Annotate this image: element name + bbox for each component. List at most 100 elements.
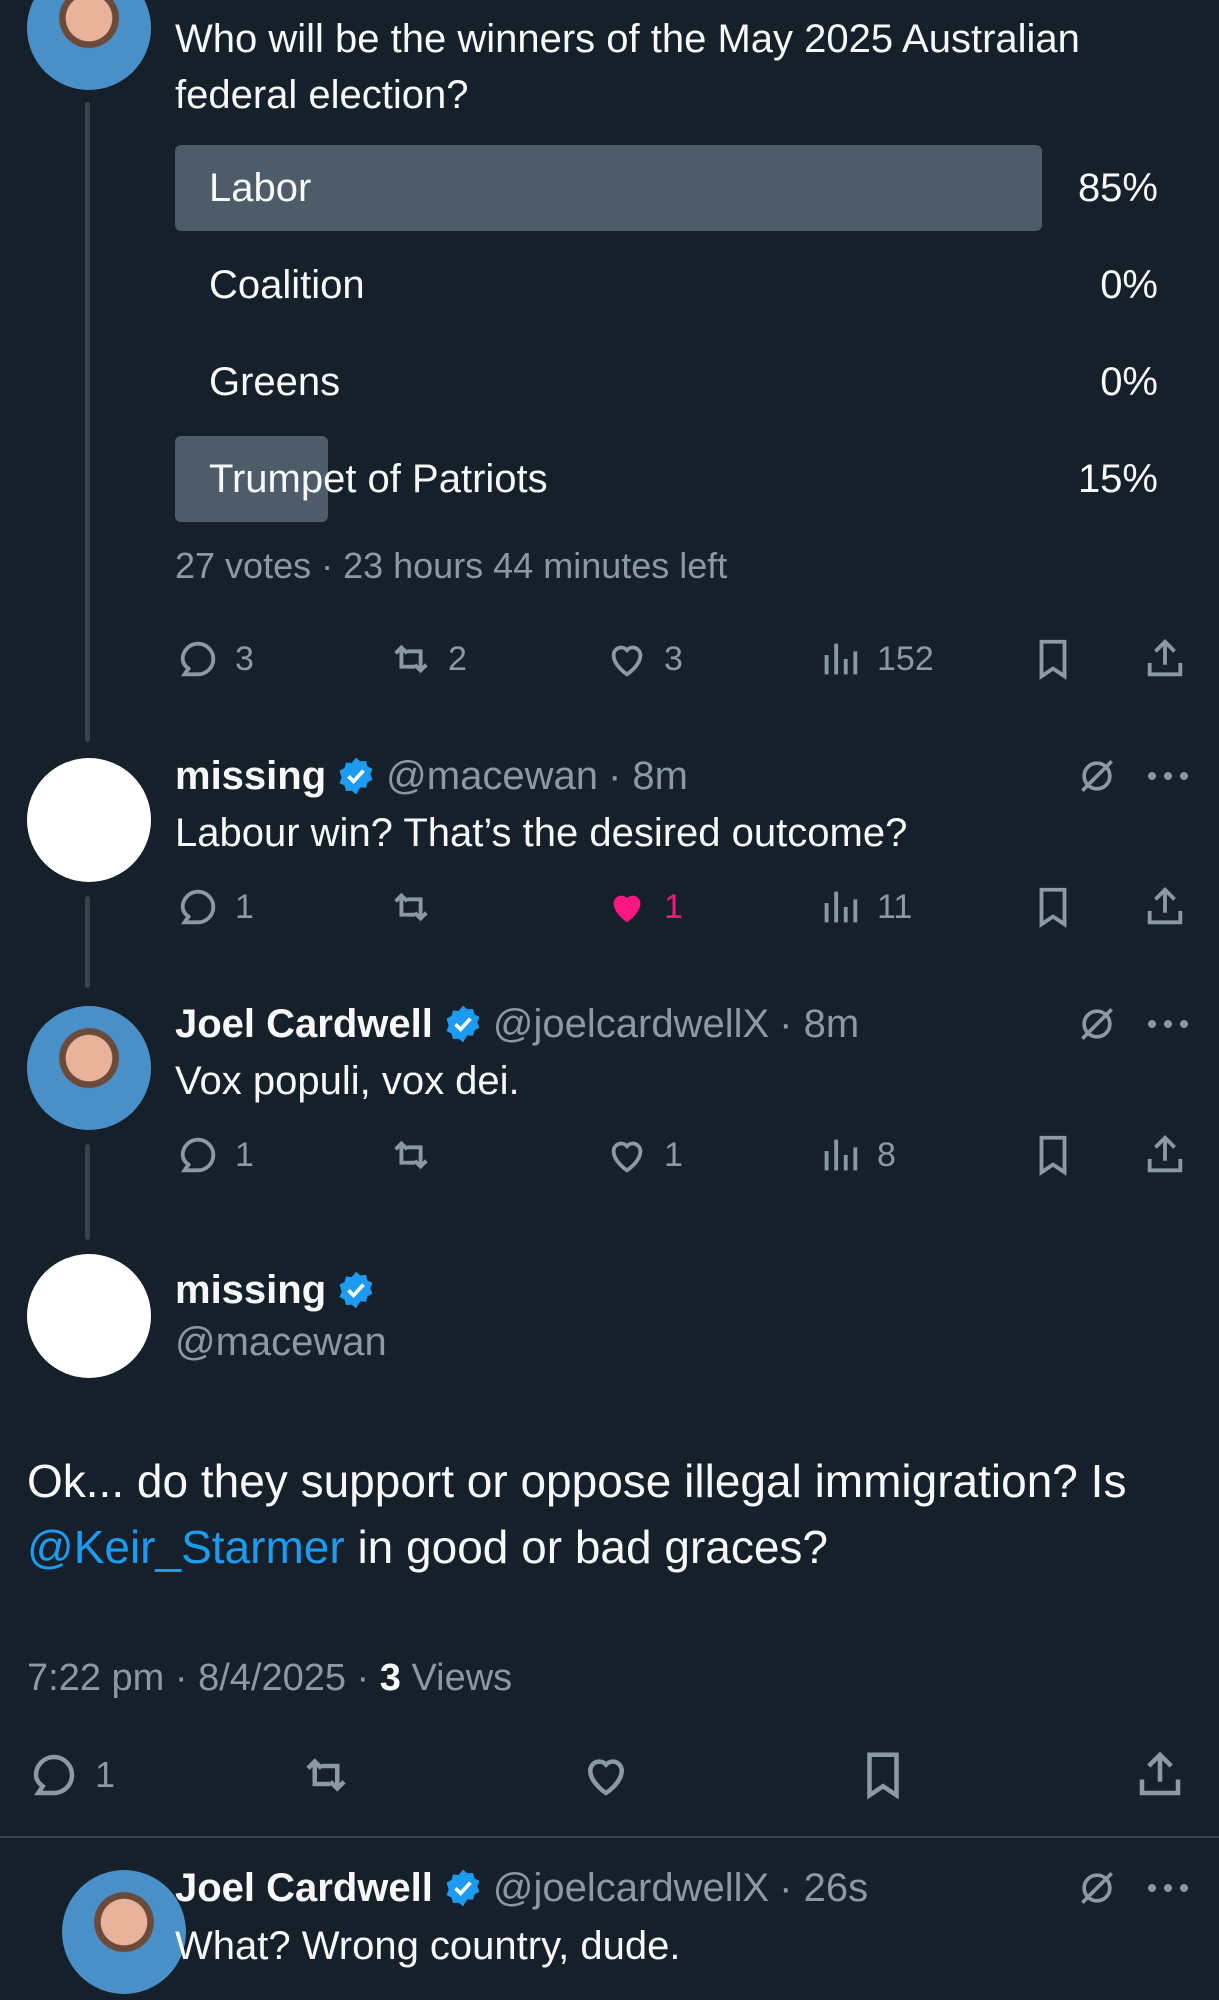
poll-question: Who will be the winners of the May 2025 … xyxy=(175,11,1080,123)
views-button[interactable]: 152 xyxy=(817,636,934,682)
repost-button[interactable]: 2 xyxy=(388,636,467,682)
like-count: 1 xyxy=(664,1135,683,1174)
like-button[interactable]: 1 xyxy=(604,1132,683,1178)
views-count: 152 xyxy=(877,639,934,678)
avatar[interactable] xyxy=(27,758,151,882)
share-button[interactable] xyxy=(1142,636,1188,682)
reply-button[interactable]: 1 xyxy=(175,1132,254,1178)
poll-option: Greens 0% xyxy=(175,339,1158,425)
views-button[interactable]: 11 xyxy=(817,884,912,930)
share-button[interactable] xyxy=(1133,1748,1187,1802)
more-options-icon[interactable] xyxy=(1146,768,1190,789)
share-button[interactable] xyxy=(1142,884,1188,930)
display-name[interactable]: Joel Cardwell xyxy=(175,996,433,1052)
poll-option: Trumpet of Patriots 15% xyxy=(175,436,1158,522)
like-count: 1 xyxy=(664,887,683,926)
share-icon xyxy=(1139,1751,1181,1796)
thread-line xyxy=(85,102,90,742)
timestamp[interactable]: · 26s xyxy=(779,1860,868,1916)
avatar[interactable] xyxy=(27,0,151,90)
display-name[interactable]: missing xyxy=(175,748,326,804)
grok-icon[interactable] xyxy=(1075,754,1119,803)
more-options-icon[interactable] xyxy=(1146,1016,1190,1037)
poll-option-percent: 0% xyxy=(1100,263,1158,307)
repost-button[interactable] xyxy=(299,1748,353,1802)
tweet-header: Joel Cardwell @joelcardwellX · 26s xyxy=(175,1860,868,1916)
bookmark-button[interactable] xyxy=(1030,1132,1076,1178)
mention-link[interactable]: @Keir_Starmer xyxy=(27,1521,345,1573)
heart-icon xyxy=(611,1141,643,1173)
reply-button[interactable]: 1 xyxy=(27,1748,115,1802)
reply-count: 1 xyxy=(235,887,254,926)
views-count: 8 xyxy=(877,1135,896,1174)
tweet-text-line: Ok... do they support or oppose illegal … xyxy=(27,1455,1127,1507)
poll-question-line: Who will be the winners of the May 2025 … xyxy=(175,17,1080,61)
repost-icon xyxy=(394,644,428,674)
tweet-header: Joel Cardwell @joelcardwellX · 8m xyxy=(175,996,859,1052)
poll-option-label: Labor xyxy=(209,166,312,210)
like-button[interactable]: 3 xyxy=(604,636,683,682)
bookmark-icon xyxy=(1039,639,1067,680)
poll-meta: 27 votes · 23 hours 44 minutes left xyxy=(175,545,728,586)
poll-option-percent: 85% xyxy=(1077,166,1158,210)
display-name[interactable]: Joel Cardwell xyxy=(175,1860,433,1916)
repost-icon xyxy=(394,892,428,922)
timestamp[interactable]: 7:22 pm · 8/4/2025 · xyxy=(27,1657,380,1699)
views-button[interactable]: 8 xyxy=(817,1132,896,1178)
heart-icon xyxy=(587,1759,625,1796)
reply-button[interactable]: 1 xyxy=(175,884,254,930)
handle[interactable]: @joelcardwellX xyxy=(493,1860,769,1916)
timestamp[interactable]: · 8m xyxy=(779,996,859,1052)
tweet-text-fragment: in good or bad graces? xyxy=(344,1521,829,1573)
like-count: 3 xyxy=(664,639,683,678)
share-button[interactable] xyxy=(1142,1132,1188,1178)
repost-count: 2 xyxy=(448,639,467,678)
more-options-icon[interactable] xyxy=(1146,1880,1190,1901)
handle[interactable]: @macewan xyxy=(386,748,598,804)
views-icon xyxy=(824,643,858,675)
repost-button[interactable] xyxy=(388,1132,434,1178)
heart-icon xyxy=(611,645,643,677)
share-icon xyxy=(1147,639,1183,677)
divider xyxy=(0,1836,1219,1838)
reply-count: 1 xyxy=(95,1754,116,1795)
like-button[interactable]: 1 xyxy=(604,884,683,930)
timestamp[interactable]: · 8m xyxy=(608,748,688,804)
share-icon xyxy=(1147,887,1183,925)
views-icon xyxy=(824,891,858,923)
avatar[interactable] xyxy=(27,1254,151,1378)
reply-button[interactable]: 3 xyxy=(175,636,254,682)
views-icon xyxy=(824,1139,858,1171)
tweet-text: Vox populi, vox dei. xyxy=(175,1059,520,1103)
reply-icon xyxy=(180,889,216,925)
bookmark-button[interactable] xyxy=(1030,884,1076,930)
poll-option-percent: 15% xyxy=(1077,457,1158,501)
avatar[interactable] xyxy=(27,1006,151,1130)
avatar[interactable] xyxy=(62,1870,186,1994)
verified-badge-icon xyxy=(339,757,373,795)
tweet-header: missing @macewan · 8m xyxy=(175,748,688,804)
reply-count: 1 xyxy=(235,1135,254,1174)
tweet-text: Labour win? That’s the desired outcome? xyxy=(175,811,908,855)
tweet-text: Ok... do they support or oppose illegal … xyxy=(27,1448,1126,1580)
verified-badge-icon xyxy=(446,1005,480,1043)
poll-option: Labor 85% xyxy=(175,145,1158,231)
handle[interactable]: @joelcardwellX xyxy=(493,996,769,1052)
poll-option-label: Coalition xyxy=(209,263,365,307)
grok-icon[interactable] xyxy=(1075,1866,1119,1915)
display-name[interactable]: missing xyxy=(175,1262,326,1318)
grok-icon[interactable] xyxy=(1075,1002,1119,1051)
poll-option-label: Greens xyxy=(209,360,341,404)
poll-question-line: federal election? xyxy=(175,73,469,117)
tweet-text: What? Wrong country, dude. xyxy=(175,1924,681,1968)
heart-filled-icon xyxy=(613,895,641,923)
bookmark-button[interactable] xyxy=(856,1748,910,1802)
like-button[interactable] xyxy=(579,1748,633,1802)
thread-line xyxy=(85,1144,90,1240)
tweet-header: missing xyxy=(175,1262,376,1318)
reply-icon xyxy=(33,1754,75,1796)
verified-badge-icon xyxy=(339,1271,373,1309)
bookmark-button[interactable] xyxy=(1030,636,1076,682)
handle[interactable]: @macewan xyxy=(175,1314,387,1370)
repost-button[interactable] xyxy=(388,884,434,930)
